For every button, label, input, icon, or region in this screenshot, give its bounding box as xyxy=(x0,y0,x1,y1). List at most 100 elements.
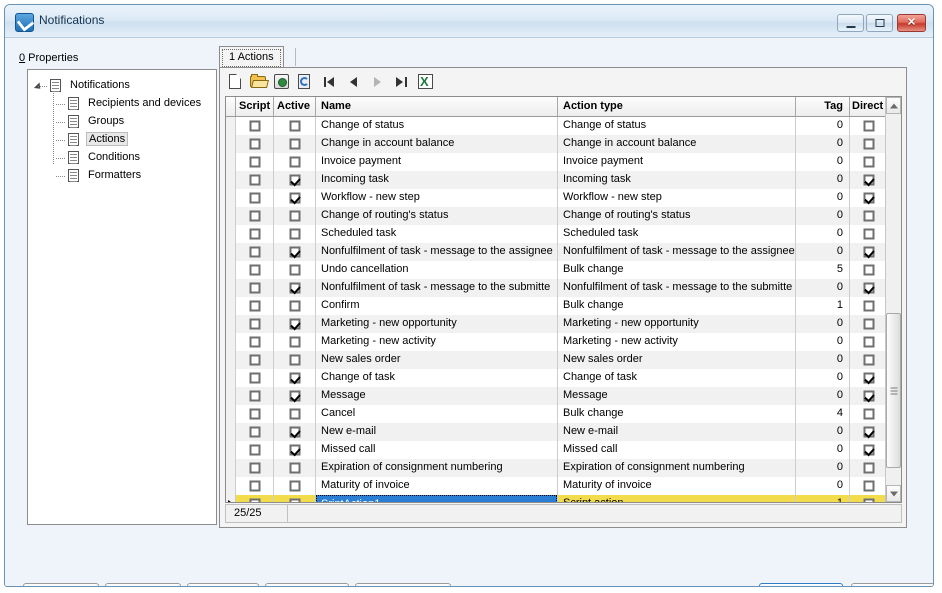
checkbox-unchecked-icon[interactable] xyxy=(863,480,874,492)
grid-header-script[interactable]: Script xyxy=(236,97,274,116)
cell-action-type[interactable]: Change of status xyxy=(558,117,796,135)
checkbox-unchecked-icon[interactable] xyxy=(249,390,260,402)
checkbox-checked-icon[interactable] xyxy=(289,192,300,204)
cell-tag[interactable]: 0 xyxy=(796,135,850,153)
cell-direct-checkbox[interactable] xyxy=(850,405,887,423)
cell-direct-checkbox[interactable] xyxy=(850,189,887,207)
table-row[interactable]: Marketing - new opportunity Marketing - n… xyxy=(226,315,887,333)
table-row[interactable]: Scheduled task Scheduled task 0 xyxy=(226,225,887,243)
cell-tag[interactable]: 1 xyxy=(796,297,850,315)
cell-name[interactable]: Confirm xyxy=(316,297,558,315)
checkbox-checked-icon[interactable] xyxy=(289,372,300,384)
checkbox-checked-icon[interactable] xyxy=(863,192,874,204)
row-indicator[interactable] xyxy=(226,315,236,333)
cell-active-checkbox[interactable] xyxy=(274,387,316,405)
table-row[interactable]: Incoming task Incoming task 0 xyxy=(226,171,887,189)
cell-active-checkbox[interactable] xyxy=(274,351,316,369)
cell-script-checkbox[interactable] xyxy=(236,189,274,207)
cell-script-checkbox[interactable] xyxy=(236,117,274,135)
cell-direct-checkbox[interactable] xyxy=(850,369,887,387)
cell-name[interactable]: Marketing - new activity xyxy=(316,333,558,351)
table-row[interactable]: Nonfulfilment of task - message to the a… xyxy=(226,243,887,261)
cell-active-checkbox[interactable] xyxy=(274,279,316,297)
cell-action-type[interactable]: Nonfulfilment of task - message to the s… xyxy=(558,279,796,297)
cell-active-checkbox[interactable] xyxy=(274,423,316,441)
cell-name[interactable]: Nonfulfilment of task - message to the s… xyxy=(316,279,558,297)
cell-tag[interactable]: 0 xyxy=(796,189,850,207)
cell-script-checkbox[interactable] xyxy=(236,207,274,225)
row-indicator[interactable] xyxy=(226,207,236,225)
cell-tag[interactable]: 0 xyxy=(796,387,850,405)
row-indicator[interactable] xyxy=(226,279,236,297)
cell-direct-checkbox[interactable] xyxy=(850,243,887,261)
cell-name[interactable]: Maturity of invoice xyxy=(316,477,558,495)
cell-script-checkbox[interactable] xyxy=(236,279,274,297)
cell-tag[interactable]: 0 xyxy=(796,225,850,243)
tab-actions[interactable]: 1 Actions xyxy=(219,46,284,67)
cell-direct-checkbox[interactable] xyxy=(850,135,887,153)
cell-action-type[interactable]: Script action xyxy=(558,495,796,502)
cell-action-type[interactable]: Bulk change xyxy=(558,405,796,423)
checkbox-checked-icon[interactable] xyxy=(289,282,300,294)
table-row[interactable]: Workflow - new step Workflow - new step 0 xyxy=(226,189,887,207)
cell-action-type[interactable]: Nonfulfilment of task - message to the a… xyxy=(558,243,796,261)
checkbox-checked-icon[interactable] xyxy=(249,498,260,502)
cell-name[interactable]: Workflow - new step xyxy=(316,189,558,207)
cell-action-type[interactable]: Change of routing's status xyxy=(558,207,796,225)
checkbox-unchecked-icon[interactable] xyxy=(289,138,300,150)
history-button[interactable]: History xyxy=(187,583,259,586)
row-indicator[interactable] xyxy=(226,297,236,315)
checkbox-unchecked-icon[interactable] xyxy=(249,408,260,420)
checkbox-checked-icon[interactable] xyxy=(863,498,874,502)
checkbox-unchecked-icon[interactable] xyxy=(249,426,260,438)
cell-active-checkbox[interactable] xyxy=(274,153,316,171)
checkbox-unchecked-icon[interactable] xyxy=(249,264,260,276)
first-record-icon[interactable] xyxy=(321,72,341,92)
checkbox-unchecked-icon[interactable] xyxy=(863,228,874,240)
cell-name[interactable]: New sales order xyxy=(316,351,558,369)
table-row[interactable]: Expiration of consignment numbering Expir… xyxy=(226,459,887,477)
cell-active-checkbox[interactable] xyxy=(274,189,316,207)
checkbox-unchecked-icon[interactable] xyxy=(289,156,300,168)
checkbox-unchecked-icon[interactable] xyxy=(289,354,300,366)
cell-script-checkbox[interactable] xyxy=(236,441,274,459)
cell-direct-checkbox[interactable] xyxy=(850,333,887,351)
row-indicator[interactable] xyxy=(226,423,236,441)
checkbox-checked-icon[interactable] xyxy=(289,174,300,186)
cell-direct-checkbox[interactable] xyxy=(850,315,887,333)
row-indicator[interactable] xyxy=(226,189,236,207)
cell-tag[interactable]: 0 xyxy=(796,333,850,351)
checkbox-unchecked-icon[interactable] xyxy=(863,120,874,132)
cell-action-type[interactable]: Change in account balance xyxy=(558,135,796,153)
cell-active-checkbox[interactable] xyxy=(274,405,316,423)
cell-script-checkbox[interactable] xyxy=(236,387,274,405)
requests-button[interactable]: Requests xyxy=(105,583,181,586)
ok-button[interactable]: OK xyxy=(759,583,843,586)
cell-action-type[interactable]: Bulk change xyxy=(558,261,796,279)
row-indicator[interactable] xyxy=(226,405,236,423)
cell-direct-checkbox[interactable] xyxy=(850,477,887,495)
checkbox-checked-icon[interactable] xyxy=(863,390,874,402)
cell-name[interactable]: SriptAction1 xyxy=(316,495,558,502)
table-row[interactable]: Change of routing's status Change of rout… xyxy=(226,207,887,225)
checkbox-unchecked-icon[interactable] xyxy=(249,372,260,384)
cell-action-type[interactable]: Maturity of invoice xyxy=(558,477,796,495)
checkbox-unchecked-icon[interactable] xyxy=(863,354,874,366)
cell-name[interactable]: Change of task xyxy=(316,369,558,387)
table-row[interactable]: Change of task Change of task 0 xyxy=(226,369,887,387)
row-indicator[interactable] xyxy=(226,333,236,351)
checkbox-unchecked-icon[interactable] xyxy=(289,336,300,348)
checkbox-checked-icon[interactable] xyxy=(863,246,874,258)
table-row[interactable]: Cancel Bulk change 4 xyxy=(226,405,887,423)
scroll-up-icon[interactable] xyxy=(886,97,901,114)
last-record-icon[interactable] xyxy=(391,72,411,92)
cell-active-checkbox[interactable] xyxy=(274,441,316,459)
cell-tag[interactable]: 5 xyxy=(796,261,850,279)
cell-script-checkbox[interactable] xyxy=(236,477,274,495)
checkbox-unchecked-icon[interactable] xyxy=(289,120,300,132)
checkbox-unchecked-icon[interactable] xyxy=(249,480,260,492)
cell-name[interactable]: Scheduled task xyxy=(316,225,558,243)
checkbox-checked-icon[interactable] xyxy=(863,282,874,294)
checkbox-unchecked-icon[interactable] xyxy=(863,138,874,150)
table-row[interactable]: Confirm Bulk change 1 xyxy=(226,297,887,315)
